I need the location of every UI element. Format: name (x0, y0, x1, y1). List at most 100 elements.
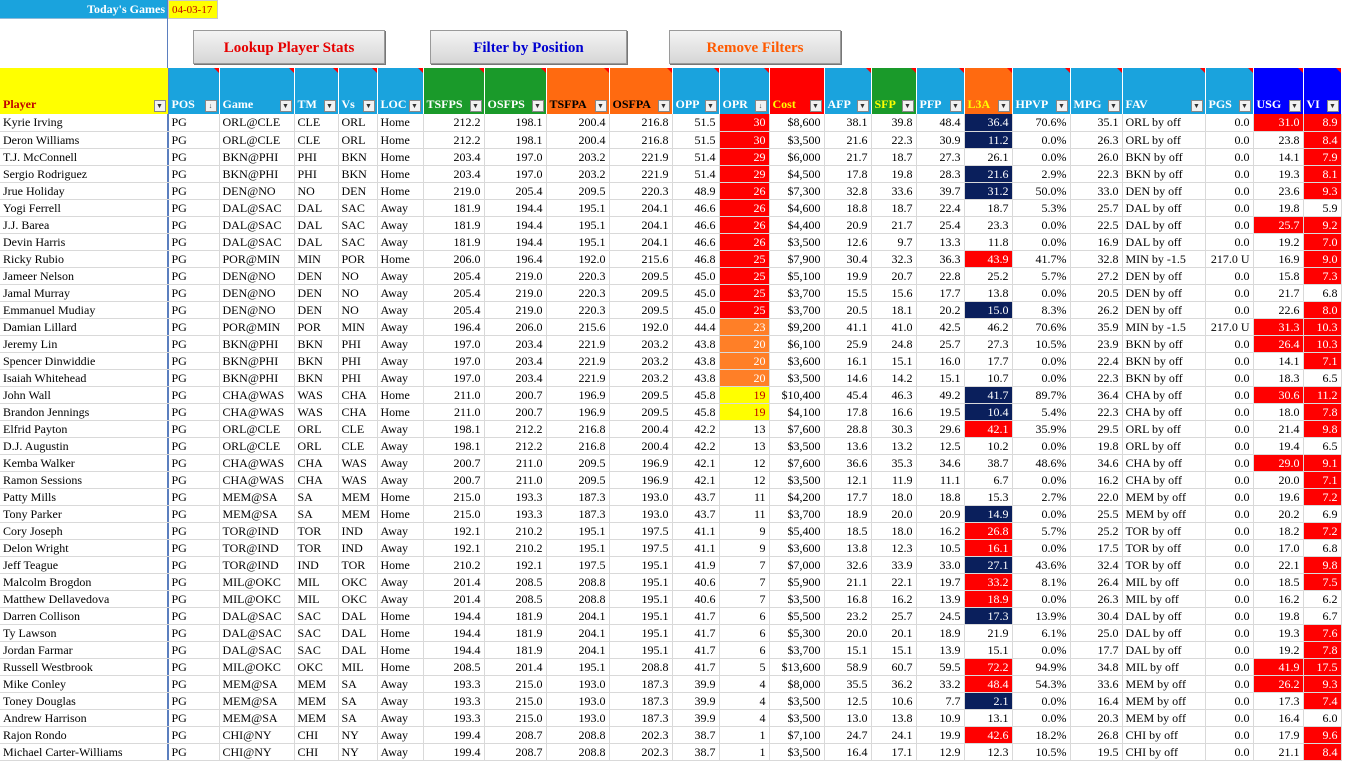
cell-usg[interactable]: 18.3 (1253, 369, 1304, 387)
cell-l3a[interactable]: 15.3 (964, 488, 1013, 506)
cell-l3a[interactable]: 18.9 (964, 590, 1013, 608)
cell-hpvp[interactable]: 41.7% (1012, 250, 1071, 268)
cell-l3a[interactable]: 46.2 (964, 318, 1013, 336)
filter-dropdown-icon[interactable]: ▼ (153, 100, 166, 112)
cell-game[interactable]: DAL@SAC (219, 624, 295, 642)
cell-osfps[interactable]: 181.9 (484, 641, 547, 659)
cell-fav[interactable]: BKN by off (1122, 369, 1206, 387)
column-header-cost[interactable]: Cost ▼ (769, 68, 825, 114)
cell-tsfps[interactable]: 192.1 (423, 539, 485, 557)
cell-hpvp[interactable]: 94.9% (1012, 658, 1071, 676)
cell-game[interactable]: ORL@CLE (219, 131, 295, 149)
cell-l3a[interactable]: 43.9 (964, 250, 1013, 268)
cell-opr[interactable]: 6 (719, 641, 770, 659)
cell-mpg[interactable]: 32.8 (1070, 250, 1123, 268)
cell-sfp[interactable]: 33.9 (871, 556, 917, 574)
cell-opp[interactable]: 38.7 (672, 743, 720, 761)
cell-afp[interactable]: 23.2 (824, 607, 872, 625)
cell-osfpa[interactable]: 200.4 (609, 437, 673, 455)
cell-pfp[interactable]: 7.7 (916, 692, 965, 710)
cell-mpg[interactable]: 32.4 (1070, 556, 1123, 574)
cell-sfp[interactable]: 16.6 (871, 403, 917, 421)
column-header-pgs[interactable]: PGS ▼ (1205, 68, 1254, 114)
cell-opp[interactable]: 51.4 (672, 165, 720, 183)
cell-afp[interactable]: 18.8 (824, 199, 872, 217)
cell-tm[interactable]: CHA (294, 454, 339, 472)
cell-pgs[interactable]: 0.0 (1205, 488, 1254, 506)
cell-l3a[interactable]: 27.1 (964, 556, 1013, 574)
cell-osfpa[interactable]: 197.5 (609, 522, 673, 540)
cell-game[interactable]: MEM@SA (219, 692, 295, 710)
cell-tsfpa[interactable]: 195.1 (546, 658, 610, 676)
cell-afp[interactable]: 35.5 (824, 675, 872, 693)
cell-player[interactable]: T.J. McConnell (0, 148, 169, 166)
cell-loc[interactable]: Home (377, 624, 424, 642)
cell-l3a[interactable]: 41.7 (964, 386, 1013, 404)
cell-vs[interactable]: SA (338, 675, 378, 693)
cell-tm[interactable]: TOR (294, 522, 339, 540)
cell-loc[interactable]: Away (377, 420, 424, 438)
cell-player[interactable]: Spencer Dinwiddie (0, 352, 169, 370)
cell-loc[interactable]: Home (377, 250, 424, 268)
cell-pfp[interactable]: 20.9 (916, 505, 965, 523)
cell-sfp[interactable]: 18.7 (871, 148, 917, 166)
cell-osfpa[interactable]: 197.5 (609, 539, 673, 557)
filter-dropdown-icon[interactable]: ▼ (469, 100, 482, 112)
cell-player[interactable]: Damian Lillard (0, 318, 169, 336)
cell-osfpa[interactable]: 195.1 (609, 641, 673, 659)
cell-afp[interactable]: 36.6 (824, 454, 872, 472)
cell-loc[interactable]: Away (377, 743, 424, 761)
cell-pfp[interactable]: 27.3 (916, 148, 965, 166)
cell-tsfpa[interactable]: 197.5 (546, 556, 610, 574)
cell-usg[interactable]: 19.8 (1253, 199, 1304, 217)
cell-hpvp[interactable]: 18.2% (1012, 726, 1071, 744)
lookup-player-stats-button[interactable]: Lookup Player Stats (193, 30, 385, 64)
cell-osfpa[interactable]: 203.2 (609, 369, 673, 387)
cell-pgs[interactable]: 0.0 (1205, 675, 1254, 693)
cell-hpvp[interactable]: 0.0% (1012, 539, 1071, 557)
cell-game[interactable]: ORL@CLE (219, 114, 295, 132)
cell-vs[interactable]: PHI (338, 369, 378, 387)
cell-loc[interactable]: Home (377, 556, 424, 574)
cell-tsfps[interactable]: 193.3 (423, 675, 485, 693)
cell-vi[interactable]: 6.0 (1303, 709, 1342, 727)
cell-sfp[interactable]: 24.1 (871, 726, 917, 744)
cell-tm[interactable]: MIL (294, 573, 339, 591)
column-header-fav[interactable]: FAV ▼ (1122, 68, 1206, 114)
cell-game[interactable]: DEN@NO (219, 284, 295, 302)
column-header-l3a[interactable]: L3A ▼ (964, 68, 1013, 114)
cell-opr[interactable]: 7 (719, 590, 770, 608)
cell-player[interactable]: Sergio Rodriguez (0, 165, 169, 183)
cell-sfp[interactable]: 20.7 (871, 267, 917, 285)
cell-pfp[interactable]: 34.6 (916, 454, 965, 472)
cell-tsfps[interactable]: 201.4 (423, 573, 485, 591)
cell-l3a[interactable]: 26.8 (964, 522, 1013, 540)
cell-tsfpa[interactable]: 209.5 (546, 471, 610, 489)
cell-afp[interactable]: 18.5 (824, 522, 872, 540)
cell-osfpa[interactable]: 221.9 (609, 148, 673, 166)
cell-osfpa[interactable]: 187.3 (609, 709, 673, 727)
cell-afp[interactable]: 16.1 (824, 352, 872, 370)
cell-l3a[interactable]: 27.3 (964, 335, 1013, 353)
cell-pfp[interactable]: 12.9 (916, 743, 965, 761)
cell-hpvp[interactable]: 89.7% (1012, 386, 1071, 404)
cell-l3a[interactable]: 12.3 (964, 743, 1013, 761)
cell-player[interactable]: Kyrie Irving (0, 114, 169, 132)
cell-vi[interactable]: 6.9 (1303, 505, 1342, 523)
cell-afp[interactable]: 19.9 (824, 267, 872, 285)
cell-pos[interactable]: PG (168, 607, 220, 625)
cell-opr[interactable]: 6 (719, 607, 770, 625)
cell-hpvp[interactable]: 8.3% (1012, 301, 1071, 319)
cell-usg[interactable]: 21.7 (1253, 284, 1304, 302)
cell-vi[interactable]: 7.2 (1303, 488, 1342, 506)
column-header-opr[interactable]: OPR ↓ (719, 68, 770, 114)
cell-l3a[interactable]: 17.3 (964, 607, 1013, 625)
cell-tsfpa[interactable]: 216.8 (546, 437, 610, 455)
cell-pos[interactable]: PG (168, 318, 220, 336)
cell-tsfps[interactable]: 199.4 (423, 726, 485, 744)
cell-tsfps[interactable]: 197.0 (423, 369, 485, 387)
cell-usg[interactable]: 29.0 (1253, 454, 1304, 472)
cell-mpg[interactable]: 17.5 (1070, 539, 1123, 557)
cell-pfp[interactable]: 10.5 (916, 539, 965, 557)
cell-osfps[interactable]: 211.0 (484, 454, 547, 472)
